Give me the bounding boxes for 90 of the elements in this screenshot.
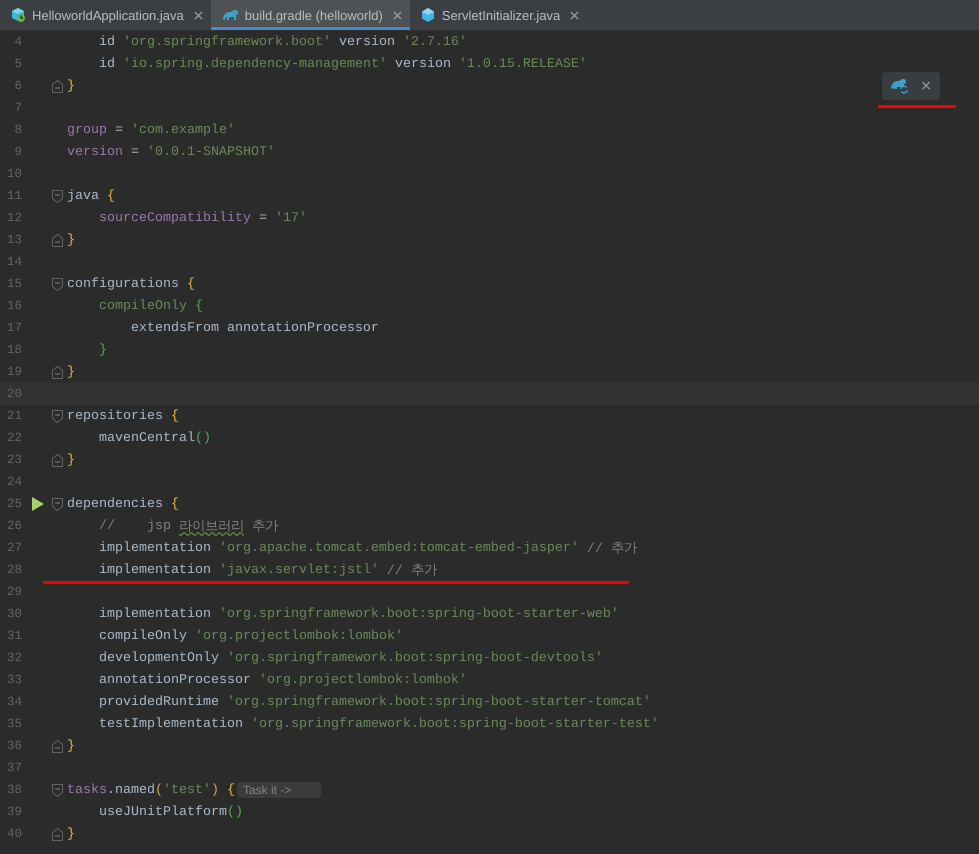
line-number: 37: [6, 761, 22, 775]
line-number: 29: [6, 585, 22, 599]
code-line: // jsp 라이브러리 추가: [98, 518, 278, 535]
code-line: tasks.named('test') { Task it ->: [67, 782, 322, 798]
code-line: sourceCompatibility = '17': [98, 210, 307, 226]
fold-marker-icon[interactable]: [52, 498, 63, 510]
line-number: 5: [13, 57, 22, 71]
code-line: extendsFrom annotationProcessor: [130, 320, 379, 336]
code-line: compileOnly {: [98, 298, 203, 314]
code-line: developmentOnly 'org.springframework.boot:spring-boot-devtools': [98, 650, 603, 666]
close-icon[interactable]: [194, 10, 203, 20]
code-line: }: [98, 342, 107, 358]
code-line: }: [67, 364, 75, 380]
line-number: 12: [6, 211, 22, 225]
code-line: version = '0.0.1-SNAPSHOT': [67, 144, 275, 160]
close-icon[interactable]: [392, 10, 402, 20]
close-icon[interactable]: [570, 10, 580, 20]
code-line: providedRuntime 'org.springframework.boot:spring-boot-starter-tomcat': [98, 694, 651, 710]
code-line: implementation 'org.apache.tomcat.embed:tomcat-embed-jasper' // 추가: [98, 540, 637, 557]
line-number: 16: [6, 299, 22, 313]
fold-marker-icon[interactable]: [52, 410, 63, 422]
line-number: 39: [6, 805, 22, 819]
cube-icon: [10, 7, 26, 23]
run-icon[interactable]: [30, 497, 44, 511]
code-line: }: [67, 452, 75, 468]
code-line: mavenCentral(): [98, 430, 211, 446]
line-number: 21: [6, 409, 22, 423]
line-number: 18: [6, 343, 22, 357]
line-number: 34: [6, 695, 22, 709]
code-line: }: [67, 232, 75, 248]
editor-tab[interactable]: build.gradle (helloworld): [210, 0, 410, 30]
fold-marker-icon[interactable]: [52, 278, 63, 290]
code-line: id 'org.springframework.boot' version '2.7.16': [98, 34, 467, 50]
line-number: 22: [6, 431, 22, 445]
fold-marker-icon[interactable]: [52, 190, 63, 202]
code-line: implementation 'org.springframework.boot:spring-boot-starter-web': [98, 606, 619, 622]
elephant-sync-icon[interactable]: [890, 78, 910, 94]
fold-marker-icon[interactable]: [52, 234, 63, 246]
fold-marker-icon[interactable]: [52, 80, 63, 92]
line-number: 7: [13, 101, 22, 115]
code-line: }: [67, 826, 75, 842]
line-number: 13: [6, 233, 22, 247]
line-number: 26: [6, 519, 22, 533]
code-line: annotationProcessor 'org.projectlombok:lombok': [98, 672, 467, 688]
line-number: 23: [6, 453, 22, 467]
code-line: group = 'com.example': [67, 122, 235, 138]
fold-marker-icon[interactable]: [52, 740, 63, 752]
fold-marker-icon[interactable]: [52, 784, 63, 796]
line-number: 14: [6, 255, 22, 269]
line-number: 19: [6, 365, 22, 379]
code-line: id 'io.spring.dependency-management' version '1.0.15.RELEASE': [98, 56, 587, 72]
code-line: useJUnitPlatform(): [98, 804, 243, 820]
line-number: 33: [6, 673, 22, 687]
code-line: repositories {: [67, 408, 179, 424]
editor-tab[interactable]: ServletInitializer.java: [410, 0, 588, 30]
code-line: dependencies {: [67, 496, 179, 512]
code-line: java {: [67, 188, 115, 204]
inlay-hint[interactable]: Task it ->: [237, 782, 322, 798]
fold-marker-icon[interactable]: [52, 454, 63, 466]
line-number: 6: [13, 79, 22, 93]
code-line: compileOnly 'org.projectlombok:lombok': [98, 628, 403, 644]
line-number: 35: [6, 717, 22, 731]
line-number: 25: [6, 497, 22, 511]
line-number: 31: [6, 629, 22, 643]
line-number: 27: [6, 541, 22, 555]
line-number: 32: [6, 651, 22, 665]
line-number: 4: [13, 35, 22, 49]
code-line: testImplementation 'org.springframework.boot:spring-boot-starter-test': [98, 716, 659, 732]
close-button[interactable]: ×: [920, 78, 932, 94]
line-number: 8: [13, 123, 22, 137]
fold-marker-icon[interactable]: [52, 828, 63, 840]
code-line: }: [67, 78, 75, 94]
line-number: 30: [6, 607, 22, 621]
code-line: configurations {: [67, 276, 195, 292]
line-number: 11: [6, 189, 22, 203]
line-number: 36: [6, 739, 22, 753]
line-number: 28: [6, 563, 22, 577]
fold-marker-icon[interactable]: [52, 366, 63, 378]
elephant-icon: [220, 8, 239, 22]
line-number: 38: [6, 783, 22, 797]
line-number: 24: [6, 475, 22, 489]
code-line: implementation 'javax.servlet:jstl' // 추가: [67, 561, 437, 579]
hexagon-icon: [420, 7, 436, 23]
editor-tab[interactable]: HelloworldApplication.java: [0, 0, 211, 30]
line-number: 40: [6, 827, 22, 841]
line-number: 9: [13, 145, 22, 159]
line-number: 15: [6, 277, 22, 291]
line-number: 17: [6, 321, 22, 335]
line-number: 10: [6, 167, 22, 181]
code-line: }: [67, 738, 75, 754]
